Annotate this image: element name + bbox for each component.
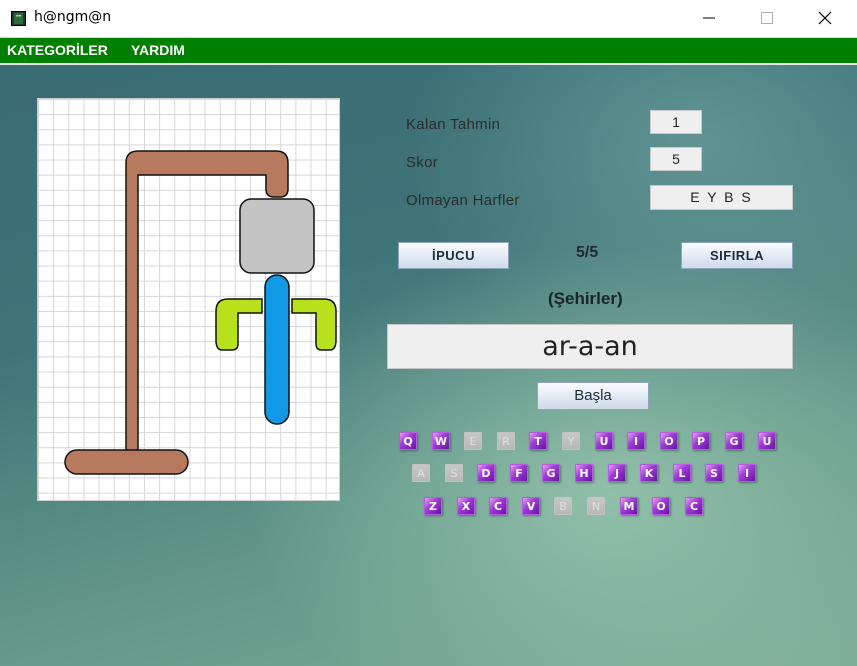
close-button[interactable] — [797, 0, 855, 37]
letter-key-g[interactable]: G — [725, 432, 743, 450]
remaining-guesses-value: 1 — [650, 110, 702, 134]
score-label: Skor — [406, 154, 439, 171]
score-value: 5 — [650, 147, 702, 171]
letter-key-a: A — [412, 464, 430, 482]
letter-key-p[interactable]: P — [692, 432, 710, 450]
letter-key-t[interactable]: T — [529, 432, 547, 450]
start-button[interactable]: Başla — [537, 382, 649, 410]
letter-key-o[interactable]: O — [652, 497, 670, 515]
hint-counter: 5/5 — [576, 244, 599, 261]
minimize-button[interactable] — [681, 0, 739, 37]
letter-key-m[interactable]: M — [620, 497, 638, 515]
missing-letters-label: Olmayan Harfler — [406, 192, 520, 209]
letter-key-q[interactable]: Q — [399, 432, 417, 450]
letter-key-g[interactable]: G — [542, 464, 560, 482]
hangman-right-arm — [291, 298, 337, 351]
gallows-base — [64, 449, 189, 475]
letter-key-y: Y — [562, 432, 580, 450]
letter-key-u[interactable]: U — [595, 432, 613, 450]
maximize-icon — [761, 12, 773, 24]
letter-key-h[interactable]: H — [575, 464, 593, 482]
menu-bar: KATEGORİLER YARDIM — [0, 38, 857, 65]
hangman-left-arm — [215, 298, 263, 351]
terminal-app-icon — [11, 11, 26, 26]
letter-key-w[interactable]: W — [432, 432, 450, 450]
letter-key-l[interactable]: L — [673, 464, 691, 482]
title-bar: h@ngm@n — [0, 0, 857, 38]
hangman-board — [37, 98, 340, 501]
category-label: (Şehirler) — [548, 289, 623, 308]
letter-key-i[interactable]: I — [627, 432, 645, 450]
hangman-head — [239, 198, 315, 274]
maximize-button[interactable] — [739, 0, 797, 37]
word-display: ar-a-an — [387, 324, 793, 369]
letter-key-n: N — [587, 497, 605, 515]
letter-key-e: E — [464, 432, 482, 450]
menu-categories[interactable]: KATEGORİLER — [7, 42, 108, 58]
reset-button[interactable]: SIFIRLA — [681, 242, 793, 269]
letter-key-i[interactable]: I — [738, 464, 756, 482]
letter-key-j[interactable]: J — [608, 464, 626, 482]
window-title: h@ngm@n — [34, 9, 112, 25]
missing-letters-value: E Y B S — [650, 185, 793, 210]
menu-help[interactable]: YARDIM — [131, 42, 185, 58]
letter-key-r: R — [497, 432, 515, 450]
letter-key-s[interactable]: S — [705, 464, 723, 482]
letter-key-u[interactable]: U — [758, 432, 776, 450]
letter-key-v[interactable]: V — [522, 497, 540, 515]
hangman-body — [264, 274, 290, 425]
letter-key-f[interactable]: F — [510, 464, 528, 482]
minimize-icon — [703, 17, 715, 19]
hint-button[interactable]: İPUCU — [398, 242, 509, 269]
letter-key-b: B — [554, 497, 572, 515]
letter-key-x[interactable]: X — [457, 497, 475, 515]
letter-key-c[interactable]: C — [489, 497, 507, 515]
letter-key-c[interactable]: C — [685, 497, 703, 515]
letter-key-s: S — [445, 464, 463, 482]
hangman-drawing — [64, 150, 337, 475]
close-icon — [818, 11, 832, 25]
letter-key-z[interactable]: Z — [424, 497, 442, 515]
letter-key-o[interactable]: O — [660, 432, 678, 450]
letter-key-d[interactable]: D — [477, 464, 495, 482]
letter-key-k[interactable]: K — [640, 464, 658, 482]
remaining-guesses-label: Kalan Tahmin — [406, 116, 501, 133]
